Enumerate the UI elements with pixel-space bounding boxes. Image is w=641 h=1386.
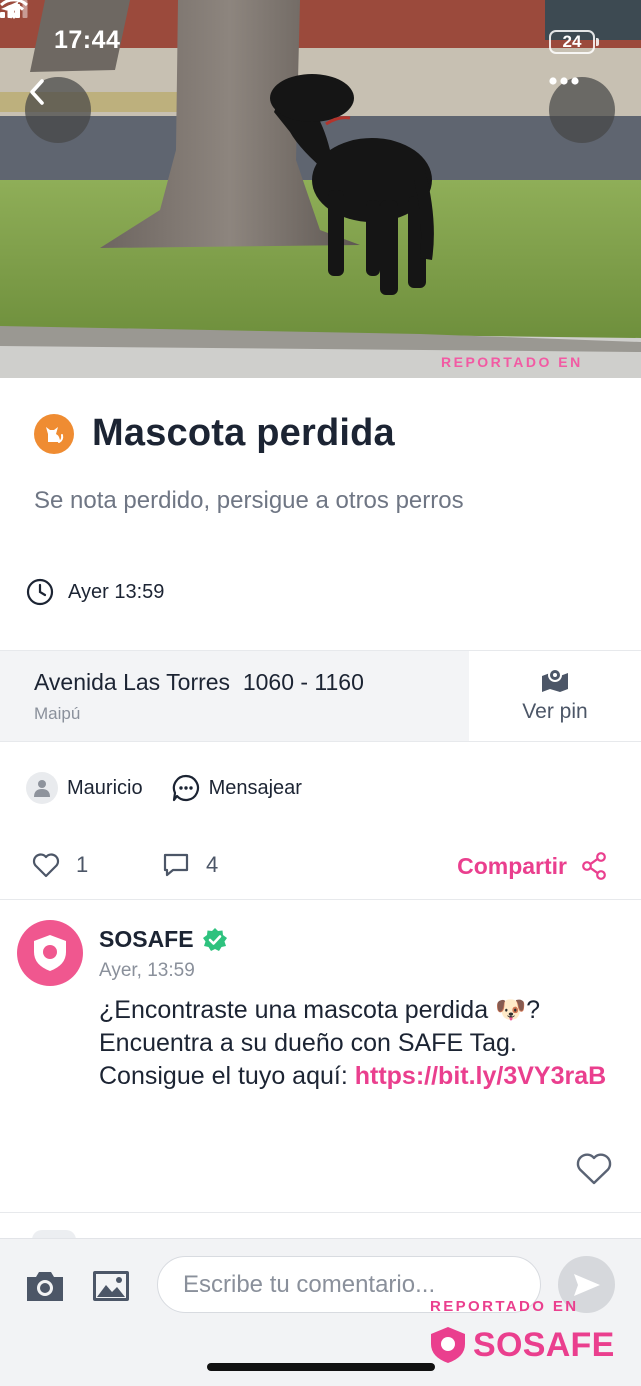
reported-watermark: REPORTADO EN xyxy=(430,1298,579,1315)
verified-badge-icon xyxy=(202,927,227,951)
report-photo[interactable]: 17:44 24 REPORTADO EN xyxy=(0,0,641,378)
sosafe-logo-icon xyxy=(431,1327,465,1363)
address-info: Avenida Las Torres 1060 - 1160 Maipú xyxy=(0,651,469,741)
author-row: Mauricio Mensajear xyxy=(26,772,302,804)
comment-author-name: SOSAFE xyxy=(99,926,194,952)
street-address: Avenida Las Torres 1060 - 1160 xyxy=(34,669,364,695)
battery-icon: 24 xyxy=(549,30,599,54)
sosafe-brand: SOSAFE xyxy=(473,1325,615,1364)
photo-watermark: REPORTADO EN xyxy=(441,354,583,370)
cat-glyph xyxy=(46,426,64,443)
battery-level: 24 xyxy=(562,32,582,51)
chevron-left-icon xyxy=(30,79,44,105)
camera-icon[interactable] xyxy=(24,1268,66,1304)
incident-header: Mascota perdida xyxy=(34,412,395,455)
share-label: Compartir xyxy=(457,852,567,879)
view-pin-label: Ver pin xyxy=(522,700,588,723)
incident-description: Se nota perdido, persigue a otros perros xyxy=(34,487,464,514)
back-button[interactable] xyxy=(25,77,91,143)
comment-like-icon[interactable] xyxy=(575,1152,613,1186)
address-section: Avenida Las Torres 1060 - 1160 Maipú Ver… xyxy=(0,650,641,742)
author-name[interactable]: Mauricio xyxy=(67,777,143,800)
comment-time: Ayer, 13:59 xyxy=(99,960,195,981)
comment-item: SOSAFE Ayer, 13:59 ¿Encontraste una masc… xyxy=(0,900,641,1213)
sosafe-avatar[interactable] xyxy=(17,920,83,986)
send-icon xyxy=(573,1273,600,1296)
share-button[interactable]: Compartir xyxy=(457,852,607,880)
message-button[interactable]: Mensajear xyxy=(172,774,302,802)
more-horizontal-icon xyxy=(549,77,579,85)
comments-count: 4 xyxy=(206,852,219,877)
comment-body: ¿Encontraste una mascota perdida 🐶? Encu… xyxy=(99,994,609,1093)
wifi-icon xyxy=(0,0,28,19)
commune: Maipú xyxy=(34,704,81,723)
message-label: Mensajear xyxy=(208,776,302,799)
incident-time-text: Ayer 13:59 xyxy=(68,580,165,603)
comment-icon xyxy=(163,853,189,877)
map-pin-icon xyxy=(542,668,568,692)
incident-time: Ayer 13:59 xyxy=(26,578,164,606)
user-icon xyxy=(34,780,50,797)
heart-icon xyxy=(32,853,60,878)
user-avatar[interactable] xyxy=(26,772,58,804)
status-time: 17:44 xyxy=(54,26,121,54)
shield-icon xyxy=(34,935,66,971)
view-pin-button[interactable]: Ver pin xyxy=(469,651,641,741)
status-bar: 17:44 24 xyxy=(0,0,641,80)
likes-count: 1 xyxy=(76,852,89,877)
comment-composer: REPORTADO EN SOSAFE xyxy=(0,1238,641,1386)
like-button[interactable]: 1 xyxy=(32,852,88,878)
more-options-button[interactable] xyxy=(549,77,615,143)
comment-link[interactable]: https://bit.ly/3VY3raB xyxy=(355,1062,606,1090)
sosafe-watermark: SOSAFE xyxy=(429,1325,615,1365)
chat-bubble-icon xyxy=(172,774,199,802)
gallery-icon[interactable] xyxy=(92,1270,130,1302)
clock-icon xyxy=(26,578,54,606)
pet-category-icon xyxy=(34,413,74,454)
share-icon xyxy=(582,852,606,880)
home-indicator xyxy=(207,1363,435,1371)
actions-row: 1 4 Compartir xyxy=(0,838,641,900)
incident-title: Mascota perdida xyxy=(92,412,395,454)
comment-author[interactable]: SOSAFE xyxy=(99,926,228,953)
comments-button[interactable]: 4 xyxy=(162,852,218,878)
